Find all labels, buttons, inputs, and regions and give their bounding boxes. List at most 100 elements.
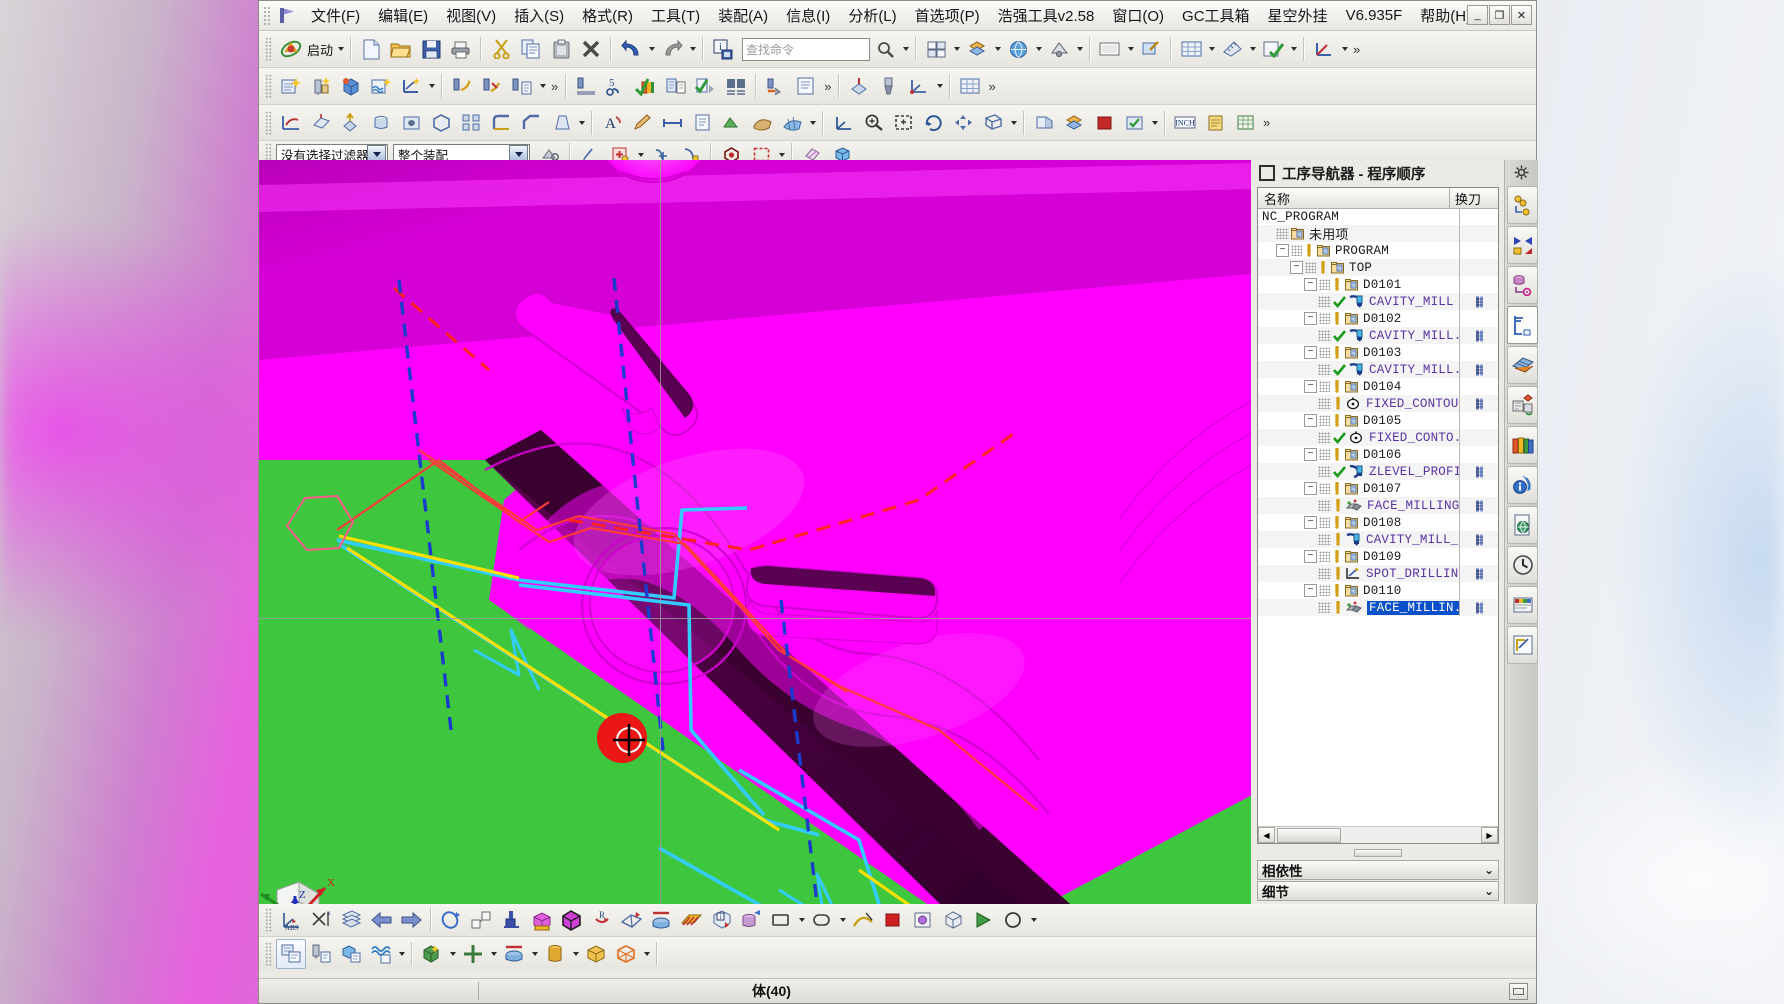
cylinder-blank-icon[interactable] bbox=[540, 939, 570, 969]
create-tool-icon[interactable] bbox=[306, 71, 336, 101]
tree-expander-icon[interactable]: − bbox=[1304, 346, 1317, 359]
surface-icon[interactable] bbox=[747, 108, 777, 138]
cut-levels-icon[interactable] bbox=[571, 71, 601, 101]
tree-row[interactable]: − D0108 bbox=[1258, 514, 1498, 531]
spreadsheet-icon[interactable] bbox=[1230, 108, 1260, 138]
tree-row[interactable]: ZLEVEL_PROFILE bbox=[1258, 463, 1498, 480]
open-file-icon[interactable] bbox=[386, 34, 416, 64]
tool-holder-icon[interactable] bbox=[874, 71, 904, 101]
zoom-box-icon[interactable] bbox=[858, 108, 888, 138]
window-tile-icon[interactable] bbox=[921, 34, 951, 64]
truefit-icon[interactable] bbox=[1119, 108, 1149, 138]
machine-tool-view-icon[interactable] bbox=[306, 939, 336, 969]
delete-icon[interactable] bbox=[576, 34, 606, 64]
tool-change-icon[interactable] bbox=[761, 71, 791, 101]
tree-row[interactable]: − D0102 bbox=[1258, 310, 1498, 327]
tree-row-name[interactable]: FIXED_CONTO... bbox=[1258, 431, 1459, 445]
mcs-dropdown-icon[interactable] bbox=[529, 941, 540, 967]
constraint-navigator-icon[interactable] bbox=[1507, 226, 1538, 264]
tree-row[interactable]: CAVITY_MILL... bbox=[1258, 361, 1498, 378]
measure-distance-icon[interactable] bbox=[657, 108, 687, 138]
layer-settings-icon[interactable] bbox=[962, 34, 992, 64]
hole-icon[interactable] bbox=[396, 108, 426, 138]
menu-insert[interactable]: 插入(S) bbox=[505, 2, 573, 29]
tree-row-name[interactable]: CAVITY_MILL bbox=[1258, 295, 1459, 309]
tree-expander-icon[interactable]: − bbox=[1304, 516, 1317, 529]
program-order-view-icon[interactable] bbox=[276, 938, 306, 969]
undo-dropdown-icon[interactable] bbox=[646, 36, 657, 62]
assembly-navigator-icon[interactable] bbox=[1507, 186, 1538, 224]
tree-expander-icon[interactable]: − bbox=[1304, 448, 1317, 461]
tree-row-name[interactable]: − D0102 bbox=[1258, 312, 1459, 326]
scroll-left-icon[interactable]: ◀ bbox=[1258, 827, 1275, 843]
edge-blend-icon[interactable] bbox=[486, 108, 516, 138]
machining-wizard-icon[interactable] bbox=[1507, 386, 1538, 424]
top-view-icon[interactable] bbox=[646, 905, 676, 935]
menu-haoqiang-tools[interactable]: 浩强工具v2.58 bbox=[989, 2, 1104, 29]
datum-plane-icon[interactable] bbox=[306, 108, 336, 138]
close-button[interactable]: ✕ bbox=[1511, 5, 1532, 25]
tree-row-name[interactable]: − D0103 bbox=[1258, 346, 1459, 360]
pan-view-icon[interactable] bbox=[948, 108, 978, 138]
resource-settings-icon[interactable] bbox=[1505, 160, 1538, 184]
menu-preferences[interactable]: 首选项(P) bbox=[906, 2, 989, 29]
scroll-thumb[interactable] bbox=[1277, 827, 1341, 843]
simulate-icon[interactable] bbox=[631, 71, 661, 101]
start-icon[interactable] bbox=[276, 34, 306, 64]
column-tool-change[interactable]: 换刀 bbox=[1450, 188, 1498, 208]
workpiece-box-icon[interactable] bbox=[581, 939, 611, 969]
color-dropdown-icon[interactable] bbox=[1125, 36, 1136, 62]
red-box-icon[interactable] bbox=[1089, 108, 1119, 138]
tree-row[interactable]: − D0101 bbox=[1258, 276, 1498, 293]
tree-row-name[interactable]: − D0105 bbox=[1258, 414, 1459, 428]
tree-row[interactable]: FIXED_CONTO... bbox=[1258, 429, 1498, 446]
generate-toolpath-icon[interactable] bbox=[447, 71, 477, 101]
globe-icon[interactable] bbox=[1003, 34, 1033, 64]
pin-square-icon[interactable] bbox=[1259, 165, 1275, 181]
machining-method-view-icon[interactable] bbox=[366, 939, 396, 969]
edit-object-display-icon[interactable] bbox=[1136, 34, 1166, 64]
analysis-grid-icon[interactable] bbox=[1176, 34, 1206, 64]
menu-edit[interactable]: 编辑(E) bbox=[369, 2, 437, 29]
tree-row-name[interactable]: SPOT_DRILLING bbox=[1258, 567, 1459, 581]
color-grid-icon[interactable] bbox=[908, 905, 938, 935]
datum-csys-icon[interactable] bbox=[496, 905, 526, 935]
globe-dropdown-icon[interactable] bbox=[1033, 36, 1044, 62]
machine-mode-icon[interactable]: 5 bbox=[601, 71, 631, 101]
command-search-input[interactable]: 查找命令 bbox=[742, 37, 871, 61]
datum-dropdown-icon[interactable] bbox=[488, 941, 499, 967]
copy-toolpath-icon[interactable] bbox=[507, 71, 537, 101]
shop-doc-icon[interactable] bbox=[691, 71, 721, 101]
toolbar-grip[interactable] bbox=[265, 37, 272, 61]
toolbar-overflow-icon[interactable]: » bbox=[821, 79, 834, 94]
stripe-pattern-icon[interactable] bbox=[676, 905, 706, 935]
shell-icon[interactable] bbox=[426, 108, 456, 138]
tree-row-name[interactable]: − D0109 bbox=[1258, 550, 1459, 564]
part-navigator-icon[interactable] bbox=[1507, 266, 1538, 304]
tree-row[interactable]: − TOP bbox=[1258, 259, 1498, 276]
menu-info[interactable]: 信息(I) bbox=[777, 2, 839, 29]
search-dropdown-icon[interactable] bbox=[900, 36, 911, 62]
draft-icon[interactable] bbox=[546, 108, 576, 138]
drafting-standard-icon[interactable] bbox=[1507, 626, 1538, 664]
solid-edit-icon[interactable] bbox=[736, 905, 766, 935]
workpiece-list-icon[interactable] bbox=[721, 71, 751, 101]
toolbar-overflow-icon[interactable]: » bbox=[1350, 42, 1363, 57]
datum-point-icon[interactable] bbox=[458, 939, 488, 969]
tree-row-name[interactable]: FIXED_CONTOUR bbox=[1258, 397, 1459, 411]
details-section[interactable]: 细节 ⌄ bbox=[1257, 881, 1499, 901]
fit-view-icon[interactable] bbox=[888, 108, 918, 138]
menu-xingkong-plugin[interactable]: 星空外挂 bbox=[1259, 2, 1337, 29]
html-help-icon[interactable] bbox=[1507, 506, 1538, 544]
tree-row-name[interactable]: − D0108 bbox=[1258, 516, 1459, 530]
toolbar-grip[interactable] bbox=[265, 110, 272, 135]
panel-splitter[interactable] bbox=[1257, 849, 1499, 857]
tree-row[interactable]: 未用项 bbox=[1258, 225, 1498, 242]
window-tile-dropdown-icon[interactable] bbox=[951, 36, 962, 62]
show-hide-body-icon[interactable] bbox=[556, 905, 586, 935]
more-dropdown-icon[interactable] bbox=[934, 73, 945, 99]
tree-row-name[interactable]: − D0101 bbox=[1258, 278, 1459, 292]
operation-tree[interactable]: 名称 换刀 NC_PROGRAM 未用项 − PROGRAM − TOP − D0101 CAV… bbox=[1257, 187, 1499, 844]
wcs-abs-icon[interactable]: ABS bbox=[276, 905, 306, 935]
wireframe-display-icon[interactable] bbox=[616, 905, 646, 935]
